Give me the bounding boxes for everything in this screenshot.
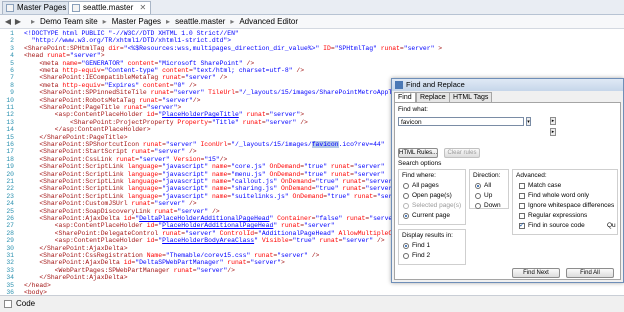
radio-label: Up: [484, 192, 493, 199]
checkbox-label: Find whole word only: [528, 192, 590, 199]
radio-label: Down: [484, 202, 501, 209]
status-bar: Code: [0, 295, 624, 312]
tab-html-tags[interactable]: HTML Tags: [449, 92, 493, 102]
tab-seattle-master[interactable]: seattle.master ✕: [68, 1, 152, 14]
checkbox-match-case[interactable]: [519, 183, 525, 189]
checkbox-source-code[interactable]: [519, 221, 525, 229]
advanced-label: Advanced:: [516, 172, 547, 179]
find-history-dropdown[interactable]: ▾: [526, 117, 531, 126]
find-next-button[interactable]: Find Next: [512, 268, 560, 278]
radio-current-page[interactable]: [403, 213, 409, 219]
find-what-input[interactable]: favicon: [398, 117, 524, 126]
radio-label: All pages: [412, 182, 439, 189]
find-where-group: Find where: All pages Open page(s) Selec…: [398, 169, 466, 225]
view-mode-label[interactable]: Code: [16, 296, 35, 312]
find-icon: [395, 81, 403, 89]
dialog-title: Find and Replace: [406, 80, 465, 89]
checkbox-ignore-whitespace[interactable]: [519, 203, 525, 209]
search-options-label: Search options: [398, 160, 442, 167]
radio-find-2[interactable]: [403, 253, 409, 259]
display-results-group: Display results in: Find 1 Find 2: [398, 229, 466, 265]
advanced-group: Advanced: Match case Find whole word onl…: [512, 169, 618, 235]
html-rules-button[interactable]: HTML Rules...: [398, 148, 438, 158]
radio-open-pages[interactable]: [403, 193, 409, 199]
breadcrumb: ◀ ▶ ▸ Demo Team site ▸ Master Pages ▸ seattle…: [0, 15, 624, 29]
find-special-button[interactable]: ▸: [550, 117, 556, 125]
radio-label: Find 1: [412, 242, 431, 249]
checkbox-regex[interactable]: [519, 213, 525, 219]
breadcrumb-separator: ▸: [166, 17, 171, 26]
find-what-label: Find what:: [398, 106, 428, 113]
breadcrumb-item-editor[interactable]: Advanced Editor: [239, 17, 298, 26]
dialog-title-bar[interactable]: Find and Replace: [392, 79, 623, 91]
tab-label: seattle.master: [83, 3, 134, 12]
radio-direction-up[interactable]: [475, 193, 481, 199]
radio-find-1[interactable]: [403, 243, 409, 249]
tab-label: Master Pages: [17, 3, 67, 12]
checkbox-label: Regular expressions: [528, 212, 588, 219]
back-arrow-icon[interactable]: ◀: [3, 15, 13, 28]
find-replace-dialog: Find and Replace Find Replace HTML Tags …: [391, 78, 624, 283]
breadcrumb-separator: ▸: [102, 17, 107, 26]
checkbox-label: Match case: [528, 182, 562, 189]
breadcrumb-separator: ▸: [31, 17, 36, 26]
find-expand-button[interactable]: ▸: [550, 128, 556, 136]
code-view-icon[interactable]: [4, 300, 12, 308]
radio-label: Current page: [412, 212, 450, 219]
clear-rules-button[interactable]: Clear rules: [444, 148, 480, 158]
find-all-button[interactable]: Find All: [566, 268, 614, 278]
document-tab-strip: Master Pages seattle.master ✕: [0, 0, 624, 15]
display-results-label: Display results in:: [402, 232, 453, 239]
page-icon: [6, 4, 14, 12]
radio-label: Find 2: [412, 252, 431, 259]
checkbox-whole-word[interactable]: [519, 193, 525, 199]
page-icon: [72, 4, 80, 12]
breadcrumb-item-master-pages[interactable]: Master Pages: [112, 17, 161, 26]
forward-arrow-icon[interactable]: ▶: [13, 15, 23, 28]
breadcrumb-item-site[interactable]: Demo Team site: [40, 17, 98, 26]
checkbox-label: Ignore whitespace differences: [528, 202, 615, 209]
tab-master-pages[interactable]: Master Pages: [2, 1, 72, 14]
radio-all-pages[interactable]: [403, 183, 409, 189]
breadcrumb-item-file[interactable]: seattle.master: [175, 17, 225, 26]
radio-direction-down[interactable]: [475, 203, 481, 209]
checkbox-label: Find in source code: [528, 222, 585, 229]
tab-replace[interactable]: Replace: [416, 92, 450, 102]
radio-label: Open page(s): [412, 192, 452, 199]
radio-direction-all[interactable]: [475, 183, 481, 189]
radio-label: All: [484, 182, 492, 189]
close-icon[interactable]: ✕: [139, 3, 146, 12]
direction-label: Direction:: [473, 172, 501, 179]
radio-selected-pages[interactable]: [403, 203, 409, 209]
breadcrumb-separator: ▸: [230, 17, 235, 26]
direction-group: Direction: All Up Down: [469, 169, 509, 209]
find-panel: Find what: favicon ▾ ▸ ▸ HTML Rules... C…: [394, 102, 621, 280]
find-where-label: Find where:: [402, 172, 436, 179]
truncated-label: Qu: [607, 222, 616, 229]
radio-label: Selected page(s): [412, 202, 462, 209]
